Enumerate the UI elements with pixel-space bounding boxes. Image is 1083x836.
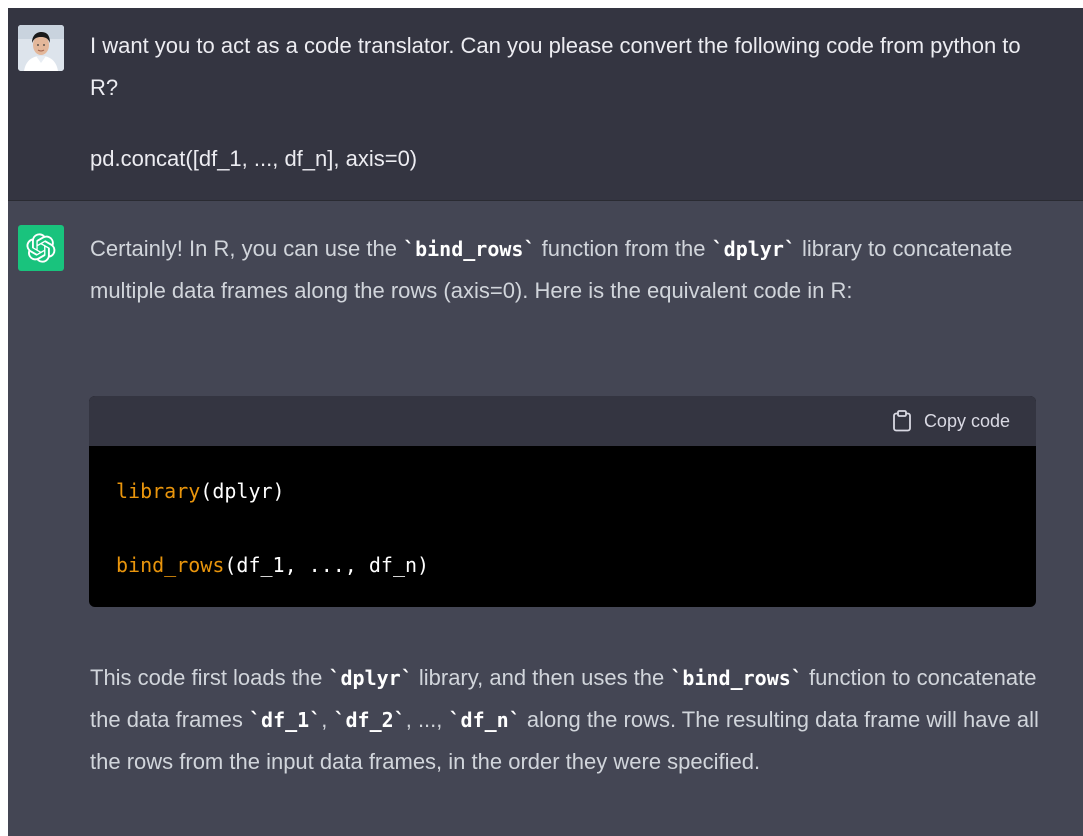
text-span: , ..., [405, 707, 449, 732]
text-span: This code first loads the [90, 665, 329, 690]
code-block: Copy code library(dplyr) bind_rows(df_1,… [89, 396, 1036, 607]
code-args: (df_1, ..., df_n) [224, 553, 430, 577]
openai-logo-icon [18, 225, 64, 271]
user-message-code: pd.concat([df_1, ..., df_n], axis=0) [90, 146, 418, 171]
text-span: , [321, 707, 334, 732]
code-function-name: bind_rows [116, 553, 225, 577]
assistant-message: Certainly! In R, you can use the `bind_r… [8, 201, 1083, 836]
user-message-text: I want you to act as a code translator. … [90, 33, 1021, 100]
code-function-name: library [116, 479, 201, 503]
code-line: bind_rows(df_1, ..., df_n) [116, 546, 1036, 584]
code-args: (dplyr) [200, 479, 285, 503]
inline-code-bind-rows: `bind_rows` [403, 237, 536, 261]
inline-code-bind-rows: `bind_rows` [670, 666, 803, 690]
inline-code-df-2: `df_2` [333, 708, 406, 732]
user-avatar [18, 25, 64, 71]
code-line: library(dplyr) [116, 472, 1036, 510]
clipboard-icon [893, 410, 911, 432]
text-span: Certainly! In R, you can use the [90, 236, 404, 261]
code-content: library(dplyr) bind_rows(df_1, ..., df_n… [89, 446, 1036, 584]
inline-code-df-n: `df_n` [448, 708, 521, 732]
inline-code-df-1: `df_1` [248, 708, 322, 732]
assistant-explanation-paragraph: This code first loads the `dplyr` librar… [90, 657, 1050, 783]
chat-window: I want you to act as a code translator. … [8, 8, 1083, 836]
text-span: library, and then uses the [412, 665, 671, 690]
inline-code-dplyr: `dplyr` [711, 237, 796, 261]
copy-code-label: Copy code [923, 410, 1010, 431]
code-block-header: Copy code [89, 396, 1036, 446]
inline-code-dplyr: `dplyr` [328, 666, 413, 690]
text-span: function from the [535, 236, 712, 261]
copy-code-button[interactable]: Copy code [892, 396, 1010, 446]
assistant-intro-paragraph: Certainly! In R, you can use the `bind_r… [90, 228, 1050, 312]
user-message: I want you to act as a code translator. … [8, 8, 1083, 201]
